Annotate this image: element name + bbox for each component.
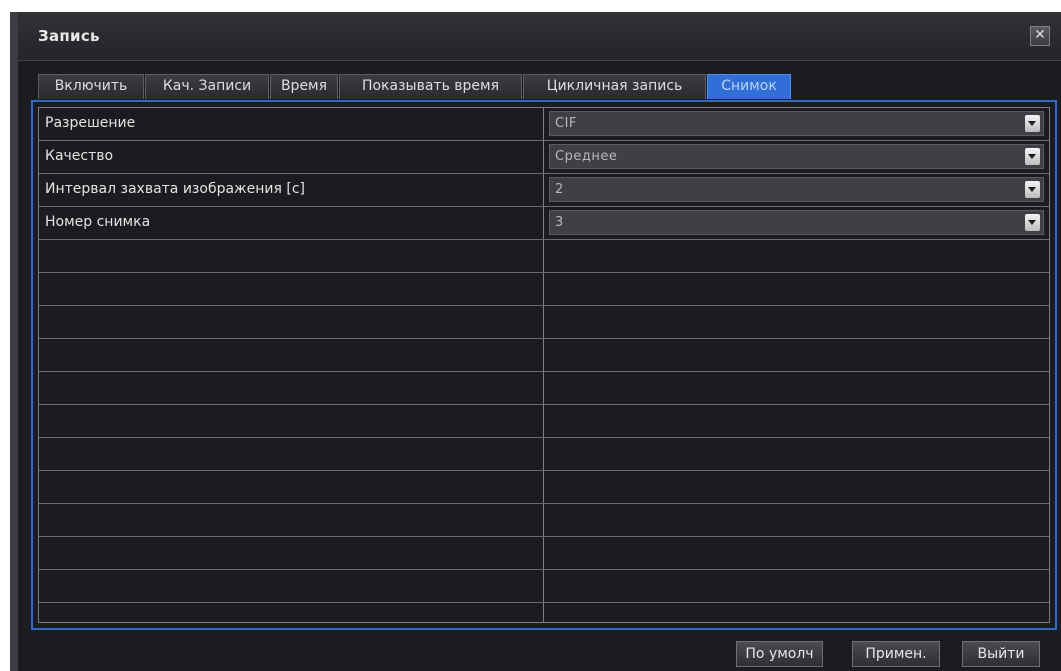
setting-row-resolution: Разрешение CIF	[39, 108, 1049, 141]
empty-row	[39, 438, 1049, 471]
select-value: 2	[555, 182, 564, 197]
setting-label: Разрешение	[45, 115, 136, 131]
empty-row	[39, 273, 1049, 306]
default-button[interactable]: По умолч	[736, 641, 823, 667]
snapshot-number-select[interactable]: 3	[549, 210, 1044, 235]
settings-table: Разрешение CIF Качество Среднее Интервал…	[38, 107, 1050, 623]
resolution-select[interactable]: CIF	[549, 111, 1044, 136]
exit-button[interactable]: Выйти	[962, 641, 1040, 667]
tab-time[interactable]: Время	[270, 74, 338, 99]
empty-row	[39, 339, 1049, 372]
snapshot-panel: Разрешение CIF Качество Среднее Интервал…	[31, 100, 1057, 630]
empty-row	[39, 240, 1049, 273]
quality-select[interactable]: Среднее	[549, 144, 1044, 169]
tab-record-quality[interactable]: Кач. Записи	[145, 74, 269, 99]
close-icon: ✕	[1034, 27, 1046, 43]
chevron-down-icon[interactable]	[1025, 214, 1040, 231]
setting-row-quality: Качество Среднее	[39, 141, 1049, 174]
setting-row-snapshot-number: Номер снимка 3	[39, 207, 1049, 240]
empty-row	[39, 504, 1049, 537]
tab-snapshot[interactable]: Снимок	[707, 74, 791, 99]
empty-row	[39, 603, 1049, 622]
empty-row	[39, 471, 1049, 504]
setting-label: Интервал захвата изображения [c]	[45, 181, 306, 197]
setting-label: Номер снимка	[45, 214, 151, 230]
setting-row-capture-interval: Интервал захвата изображения [c] 2	[39, 174, 1049, 207]
window-title: Запись	[38, 27, 100, 45]
chevron-down-icon[interactable]	[1025, 148, 1040, 165]
select-value: CIF	[555, 116, 577, 131]
empty-row	[39, 405, 1049, 438]
capture-interval-select[interactable]: 2	[549, 177, 1044, 202]
chevron-down-icon[interactable]	[1025, 181, 1040, 198]
empty-row	[39, 537, 1049, 570]
tab-cyclic-record[interactable]: Цикличная запись	[523, 74, 706, 99]
select-value: 3	[555, 215, 564, 230]
title-bar: Запись ✕	[18, 12, 1061, 61]
tab-show-time[interactable]: Показывать время	[339, 74, 522, 99]
empty-row	[39, 372, 1049, 405]
tab-enable[interactable]: Включить	[38, 74, 144, 99]
empty-row	[39, 306, 1049, 339]
setting-label: Качество	[45, 148, 114, 164]
apply-button[interactable]: Примен.	[852, 641, 940, 667]
chevron-down-icon[interactable]	[1025, 115, 1040, 132]
select-value: Среднее	[555, 149, 618, 164]
empty-row	[39, 570, 1049, 603]
close-button[interactable]: ✕	[1030, 26, 1050, 46]
record-settings-window: Запись ✕ Включить Кач. Записи Время Пока…	[10, 12, 1061, 671]
